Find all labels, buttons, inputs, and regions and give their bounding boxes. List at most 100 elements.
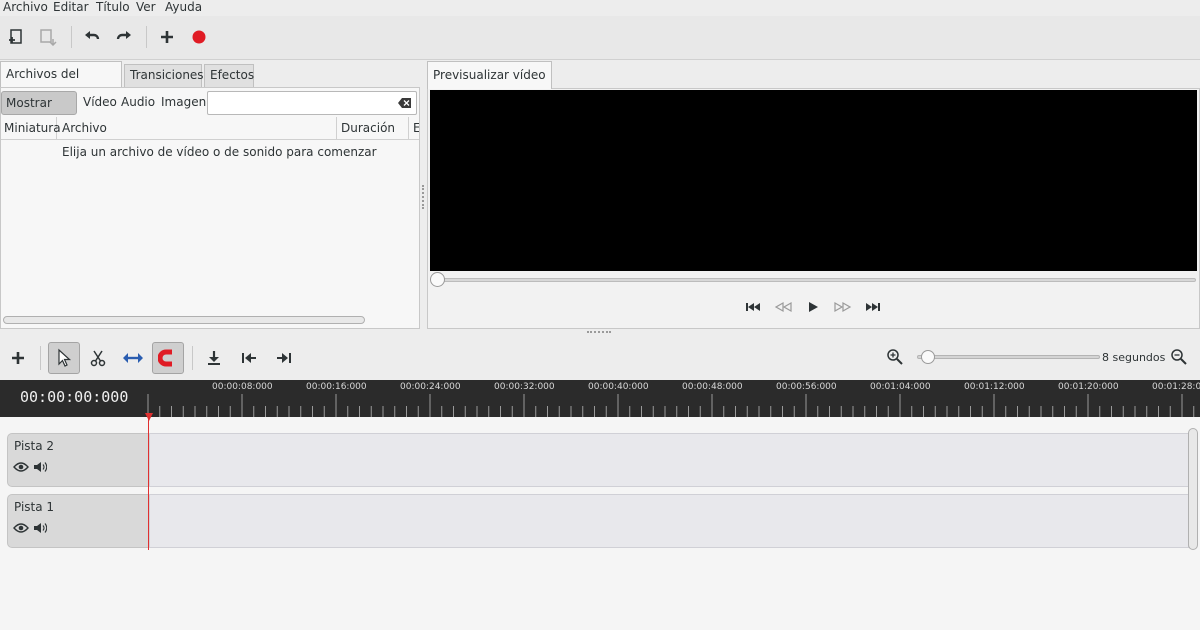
download-marker-icon xyxy=(208,351,220,365)
playhead-marker-icon[interactable] xyxy=(144,412,154,422)
menubar: Archivo Editar Título Ver Ayuda xyxy=(0,0,1200,16)
previous-marker-button[interactable] xyxy=(233,342,265,374)
zoom-slider[interactable] xyxy=(917,355,1100,359)
ruler-label: 00:00:40:000 xyxy=(588,382,649,392)
track-body[interactable] xyxy=(149,433,1189,487)
add-icon xyxy=(161,31,173,43)
ruler-label: 00:01:04:000 xyxy=(870,382,931,392)
ruler-label: 00:00:48:000 xyxy=(682,382,743,392)
horizontal-scrollbar[interactable] xyxy=(3,316,365,324)
fast-forward-icon xyxy=(834,301,852,313)
filter-image-button[interactable]: Imagen xyxy=(157,91,210,115)
tab-effects[interactable]: Efectos xyxy=(204,64,254,87)
undo-icon xyxy=(85,31,100,40)
search-input[interactable] xyxy=(207,91,417,115)
menu-archivo[interactable]: Archivo xyxy=(3,0,48,14)
resize-tool-button[interactable] xyxy=(117,342,149,374)
fast-forward-button[interactable] xyxy=(832,297,854,317)
video-screen xyxy=(430,90,1197,271)
add-icon xyxy=(12,352,24,364)
column-file[interactable]: Archivo xyxy=(58,117,337,139)
rewind-icon xyxy=(774,301,792,313)
ruler-label: 00:01:20:000 xyxy=(1058,382,1119,392)
column-thumbnail[interactable]: Miniatura xyxy=(0,117,61,139)
filter-audio-button[interactable]: Audio xyxy=(117,91,159,115)
export-icon xyxy=(40,29,57,46)
skip-to-end-icon xyxy=(866,303,880,311)
add-marker-button[interactable] xyxy=(198,342,230,374)
zoom-in-icon xyxy=(887,349,903,365)
filter-show-all-button[interactable]: Mostrar todo xyxy=(1,91,77,132)
jump-end-button[interactable] xyxy=(862,297,884,317)
import-files-button[interactable] xyxy=(3,24,29,50)
razor-tool-button[interactable] xyxy=(82,342,114,374)
seek-bar[interactable] xyxy=(438,278,1196,282)
column-duration[interactable]: Duración xyxy=(337,117,409,139)
snap-toggle-button[interactable] xyxy=(152,342,184,374)
tab-project-files[interactable]: Archivos del proyecto xyxy=(0,61,122,106)
track-name: Pista 2 xyxy=(14,439,55,453)
jump-start-button[interactable] xyxy=(742,297,764,317)
track-body[interactable] xyxy=(149,494,1189,548)
zoom-out-icon xyxy=(1171,349,1187,365)
panel-splitter-vertical[interactable] xyxy=(422,185,425,209)
toolbar-separator xyxy=(146,26,147,48)
panel-splitter-horizontal[interactable] xyxy=(587,331,611,334)
toolbar-separator xyxy=(192,346,193,370)
skip-to-start-icon xyxy=(746,303,760,311)
zoom-slider-handle[interactable] xyxy=(921,350,935,364)
zoom-out-button[interactable] xyxy=(1170,348,1190,366)
ruler-label: 00:00:32:000 xyxy=(494,382,555,392)
menu-editar[interactable]: Editar xyxy=(53,0,89,14)
track-name: Pista 1 xyxy=(14,500,55,514)
scissors-icon xyxy=(90,350,106,367)
tab-transitions[interactable]: Transiciones xyxy=(124,64,204,87)
ruler-label: 00:00:24:000 xyxy=(400,382,461,392)
ruler-label: 00:00:16:000 xyxy=(306,382,367,392)
filter-video-button[interactable]: Vídeo xyxy=(79,91,121,115)
next-marker-button[interactable] xyxy=(268,342,300,374)
import-files-icon xyxy=(9,29,22,44)
seek-handle[interactable] xyxy=(430,272,445,287)
menu-ver[interactable]: Ver xyxy=(136,0,156,14)
add-track-timeline-button[interactable] xyxy=(2,342,34,374)
toolbar-separator xyxy=(40,346,41,370)
zoom-in-button[interactable] xyxy=(886,348,906,366)
play-button[interactable] xyxy=(802,297,824,317)
eye-icon[interactable] xyxy=(13,522,29,534)
resize-horizontal-icon xyxy=(123,353,143,363)
timecode-display: 00:00:00:000 xyxy=(20,388,129,406)
rewind-button[interactable] xyxy=(772,297,794,317)
redo-button[interactable] xyxy=(111,24,137,50)
redo-icon xyxy=(116,31,131,40)
ruler-label: 00:00:56:000 xyxy=(776,382,837,392)
undo-button[interactable] xyxy=(79,24,105,50)
speaker-icon[interactable] xyxy=(33,522,47,534)
clear-search-icon[interactable] xyxy=(398,97,412,109)
column-extra[interactable]: E xyxy=(409,117,419,139)
main-toolbar xyxy=(0,16,1200,60)
ruler-label: 00:00:08:000 xyxy=(212,382,273,392)
ruler-label: 00:01:28:0 xyxy=(1152,382,1200,392)
eye-icon[interactable] xyxy=(13,461,29,473)
playhead[interactable] xyxy=(148,413,149,550)
play-icon xyxy=(809,302,818,312)
ruler-label: 00:01:12:000 xyxy=(964,382,1025,392)
previous-marker-icon xyxy=(242,353,256,363)
select-tool-button[interactable] xyxy=(48,342,80,374)
toolbar-separator xyxy=(71,26,72,48)
speaker-icon[interactable] xyxy=(33,461,47,473)
add-track-button[interactable] xyxy=(154,24,180,50)
magnet-icon xyxy=(158,349,177,367)
zoom-label: 8 segundos xyxy=(1102,351,1166,364)
vertical-scrollbar[interactable] xyxy=(1188,428,1198,550)
export-button[interactable] xyxy=(35,24,61,50)
pointer-icon xyxy=(58,348,72,367)
tab-preview-video[interactable]: Previsualizar vídeo xyxy=(427,61,552,89)
track-header[interactable]: Pista 1 xyxy=(7,494,149,548)
next-marker-icon xyxy=(277,353,291,363)
menu-ayuda[interactable]: Ayuda xyxy=(165,0,202,14)
record-button[interactable] xyxy=(186,24,212,50)
track-header[interactable]: Pista 2 xyxy=(7,433,149,487)
menu-titulo[interactable]: Título xyxy=(96,0,130,14)
